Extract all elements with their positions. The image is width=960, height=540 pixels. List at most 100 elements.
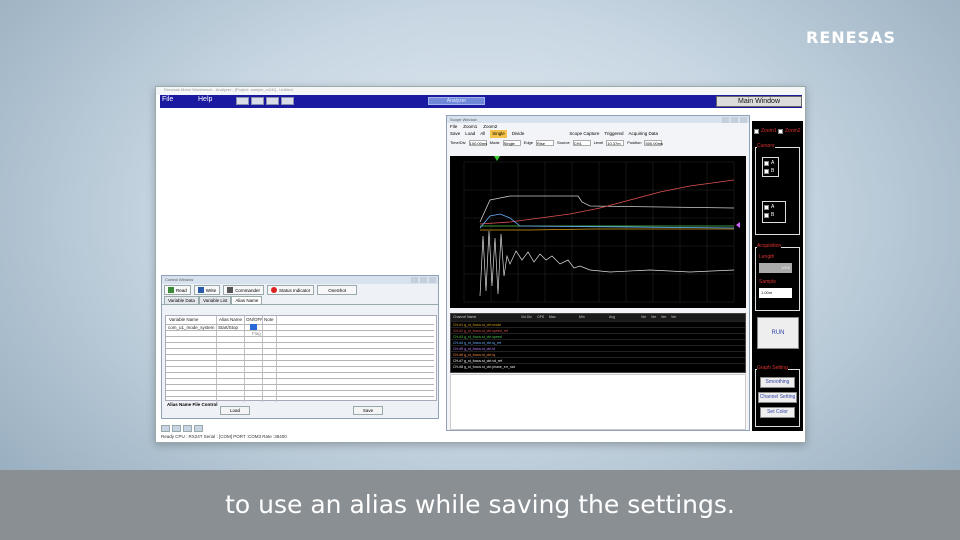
col-max: Max: [549, 315, 556, 319]
edge-select[interactable]: Rise: [536, 139, 554, 146]
channel-table-header: Channel Name Vol.Div OFS Max Min Avg Ver…: [451, 314, 745, 321]
app-screenshot: Renesas Motor Workbench - Analyzer - [Pr…: [155, 86, 806, 443]
trigger-level-marker[interactable]: [736, 222, 740, 228]
cursor-option-b-checkbox[interactable]: [764, 213, 769, 218]
sample-field[interactable]: 1.00m: [759, 288, 792, 298]
scope-divide-checkbox[interactable]: Divide: [512, 130, 525, 138]
set-color-button[interactable]: Set Color: [760, 407, 795, 418]
control-window-titlebar[interactable]: Control Window: [162, 276, 438, 284]
read-button[interactable]: Read: [164, 285, 191, 295]
scope-menu-zoom1[interactable]: Zoom1: [463, 123, 477, 130]
scope-menu-zoom2[interactable]: Zoom2: [483, 123, 497, 130]
load-button[interactable]: Load: [220, 406, 250, 415]
tab-variable-data[interactable]: Variable Data: [164, 296, 199, 304]
renesas-logo: RENESAS: [806, 28, 896, 47]
alias-table: Variable Name Alias Name ON/OFF Note com…: [165, 315, 437, 402]
mode-select[interactable]: Single: [502, 139, 521, 146]
menu-help[interactable]: Help: [198, 96, 212, 103]
cursor-option-a-label: A: [771, 204, 775, 210]
read-icon: [168, 287, 174, 293]
scope-load-button[interactable]: Load: [465, 130, 475, 138]
toolbar-icon[interactable]: [236, 97, 249, 105]
status-indicator-label: Status Indicator: [278, 287, 311, 293]
toolbar-icon[interactable]: [281, 97, 294, 105]
col-ver-2: Ver: [651, 315, 657, 319]
save-button[interactable]: Save: [353, 406, 383, 415]
col-min: Min: [579, 315, 585, 319]
minimize-icon[interactable]: [411, 277, 418, 283]
oneshot-label: OneShot: [328, 287, 346, 293]
col-ver-1: Ver: [641, 315, 647, 319]
channel-row[interactable]: CH-#8 g_st_focus.st_ctrl.phase_err_rad: [451, 363, 745, 369]
smoothing-button[interactable]: Smoothing: [760, 377, 795, 388]
trigger-position-marker[interactable]: [494, 156, 500, 161]
subtitle-caption: to use an alias while saving the setting…: [225, 490, 735, 519]
alias-file-control-label: Alias Name File Control: [167, 402, 218, 407]
oneshot-button[interactable]: OneShot: [317, 285, 357, 295]
scope-window-titlebar[interactable]: Scope Window: [447, 116, 749, 123]
scope-window: Scope Window File Zoom1 Zoom2 Save Load …: [446, 115, 750, 431]
minimize-icon[interactable]: [722, 117, 729, 123]
scope-all-button[interactable]: All: [480, 130, 485, 138]
close-icon[interactable]: [429, 277, 436, 283]
tab-alias-name[interactable]: Alias Name: [231, 296, 263, 304]
scope-single-button[interactable]: Single: [490, 130, 507, 138]
channel-table: Channel Name Vol.Div OFS Max Min Avg Ver…: [450, 313, 746, 373]
toolbar-icons: [236, 97, 294, 105]
col-ver-3: Ver: [661, 315, 667, 319]
cursor-b-checkbox[interactable]: [764, 169, 769, 174]
control-toolbar: Read Write Commander Status Indicator On…: [162, 284, 438, 296]
length-label: Length: [759, 254, 775, 260]
analyzer-tab[interactable]: Analyzer: [428, 97, 485, 105]
col-channel-name: Channel Name: [453, 315, 477, 319]
sample-label: Sample: [759, 279, 776, 285]
zoom1-checkbox[interactable]: [754, 129, 759, 134]
length-field[interactable]: 1000: [759, 263, 792, 273]
level-label: Level: [593, 140, 604, 145]
menu-file[interactable]: File: [162, 96, 173, 103]
time-div-field[interactable]: 100.00ms: [468, 139, 487, 146]
scope-capture-button[interactable]: Scope Capture: [569, 130, 599, 138]
tab-variable-list[interactable]: Variable List: [198, 296, 232, 304]
channel-setting-button[interactable]: Channel Setting: [758, 392, 797, 403]
main-window-button[interactable]: Main Window: [716, 96, 802, 107]
status-indicator-button[interactable]: Status Indicator: [266, 285, 315, 295]
toolbar-icon[interactable]: [266, 97, 279, 105]
run-button[interactable]: RUN: [757, 317, 799, 349]
alias-file-control: Alias Name File Control Load Save: [165, 402, 437, 418]
level-field[interactable]: 10.37m: [606, 139, 625, 146]
control-window-title: Control Window: [165, 277, 194, 282]
pencil-icon: [197, 287, 204, 293]
position-field[interactable]: 500.00ms: [644, 139, 663, 146]
edge-label: Edge: [523, 140, 533, 145]
cursor-b-label: B: [771, 168, 775, 174]
scope-save-button[interactable]: Save: [450, 130, 460, 138]
scope-tools: Save Load All Single Divide Scope Captur…: [447, 130, 749, 138]
taskbar-item[interactable]: [183, 425, 192, 432]
maximize-icon[interactable]: [731, 117, 738, 123]
time-div-label: Time/Div: [450, 140, 466, 145]
column-header-onoff: ON/OFF: [246, 317, 263, 322]
scope-menu-file[interactable]: File: [450, 123, 457, 130]
cursor-a-checkbox[interactable]: [764, 161, 769, 166]
scope-waveform-plot[interactable]: [450, 156, 746, 308]
taskbar-item[interactable]: [161, 425, 170, 432]
toolbar-icon[interactable]: [251, 97, 264, 105]
zoom2-checkbox[interactable]: [778, 129, 783, 134]
cursors-label: Cursors: [757, 143, 775, 149]
zoom2-label: Zoom2: [785, 128, 801, 134]
read-label: Read: [176, 287, 187, 293]
status-bar: Ready CPU : RX24T Serial : [COM] PORT :C…: [161, 434, 287, 439]
maximize-icon[interactable]: [420, 277, 427, 283]
write-label: Write: [205, 287, 217, 293]
control-window: Control Window Read Write Commander Stat…: [161, 275, 439, 419]
commander-icon: [227, 287, 234, 293]
col-vol-div: Vol.Div: [521, 315, 532, 319]
close-icon[interactable]: [740, 117, 747, 123]
taskbar-item[interactable]: [172, 425, 181, 432]
commander-button[interactable]: Commander: [223, 285, 264, 295]
cursor-option-a-checkbox[interactable]: [764, 205, 769, 210]
taskbar-item[interactable]: [194, 425, 203, 432]
write-button[interactable]: Write: [193, 285, 221, 295]
source-select[interactable]: CH1: [572, 139, 591, 146]
